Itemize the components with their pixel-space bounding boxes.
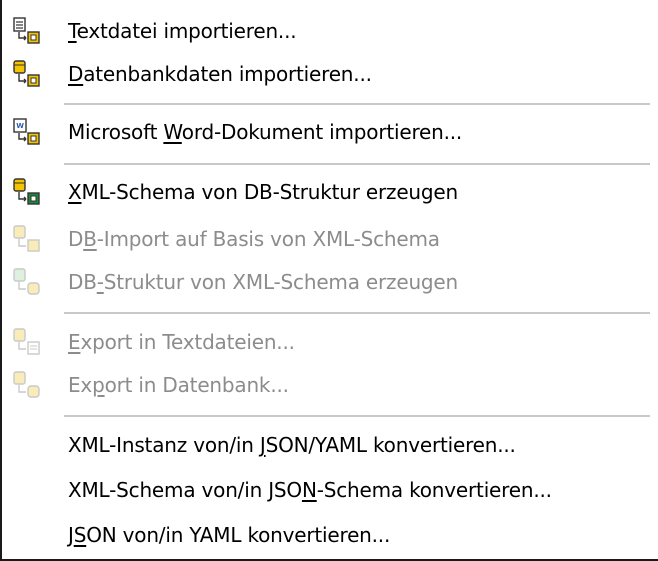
menu-separator	[64, 163, 650, 165]
menu-item-db-structure-from-schema[interactable]: DB-Struktur von XML-Schema erzeugen	[2, 258, 658, 306]
menu-item-label: XML-Instanz von/in JSON/YAML konvertiere…	[68, 433, 516, 457]
menu-separator	[64, 415, 650, 417]
word-document-import-icon: W	[13, 118, 40, 145]
export-database-icon	[13, 371, 40, 398]
menu-item-label: Export in Textdateien...	[68, 330, 295, 354]
menu-item-label: Export in Datenbank...	[68, 373, 289, 397]
menu-item-label: Datenbankdaten importieren...	[68, 62, 372, 86]
export-text-icon	[13, 328, 40, 355]
text-file-import-icon	[13, 17, 40, 44]
menu-item-label: DB-Import auf Basis von XML-Schema	[68, 227, 440, 251]
menu-item-label: Textdatei importieren...	[68, 19, 297, 43]
menu-item-label: DB-Struktur von XML-Schema erzeugen	[68, 270, 459, 294]
menu-item-label: Microsoft Word-Dokument importieren...	[68, 120, 463, 144]
menu-item-database-import[interactable]: Datenbankdaten importieren...	[2, 50, 658, 98]
menu-separator	[64, 103, 650, 105]
db-import-schema-icon	[13, 225, 40, 252]
convert-menu: Textdatei importieren... Datenbankdaten …	[0, 0, 658, 561]
menu-item-label: XML-Schema von/in JSON-Schema konvertier…	[68, 478, 552, 502]
menu-item-db-import-schema[interactable]: DB-Import auf Basis von XML-Schema	[2, 215, 658, 263]
menu-item-export-text[interactable]: Export in Textdateien...	[2, 318, 658, 366]
db-structure-from-schema-icon	[13, 268, 40, 295]
menu-item-schema-from-db[interactable]: XML-Schema von DB-Struktur erzeugen	[2, 168, 658, 216]
menu-item-label: XML-Schema von DB-Struktur erzeugen	[68, 180, 458, 204]
svg-text:W: W	[16, 122, 24, 130]
menu-item-text-file-import[interactable]: Textdatei importieren...	[2, 7, 658, 55]
menu-item-label: JSON von/in YAML konvertieren...	[68, 523, 391, 547]
schema-from-db-icon	[13, 178, 40, 205]
menu-item-xmlschema-jsonschema-convert[interactable]: XML-Schema von/in JSON-Schema konvertier…	[2, 466, 658, 514]
menu-item-export-database[interactable]: Export in Datenbank...	[2, 361, 658, 409]
menu-separator	[64, 312, 650, 314]
menu-item-json-yaml-convert[interactable]: JSON von/in YAML konvertieren...	[2, 511, 658, 559]
database-import-icon	[13, 60, 40, 87]
menu-item-xml-json-yaml-convert[interactable]: XML-Instanz von/in JSON/YAML konvertiere…	[2, 421, 658, 469]
menu-item-word-import[interactable]: W Microsoft Word-Dokument importieren...	[2, 108, 658, 156]
